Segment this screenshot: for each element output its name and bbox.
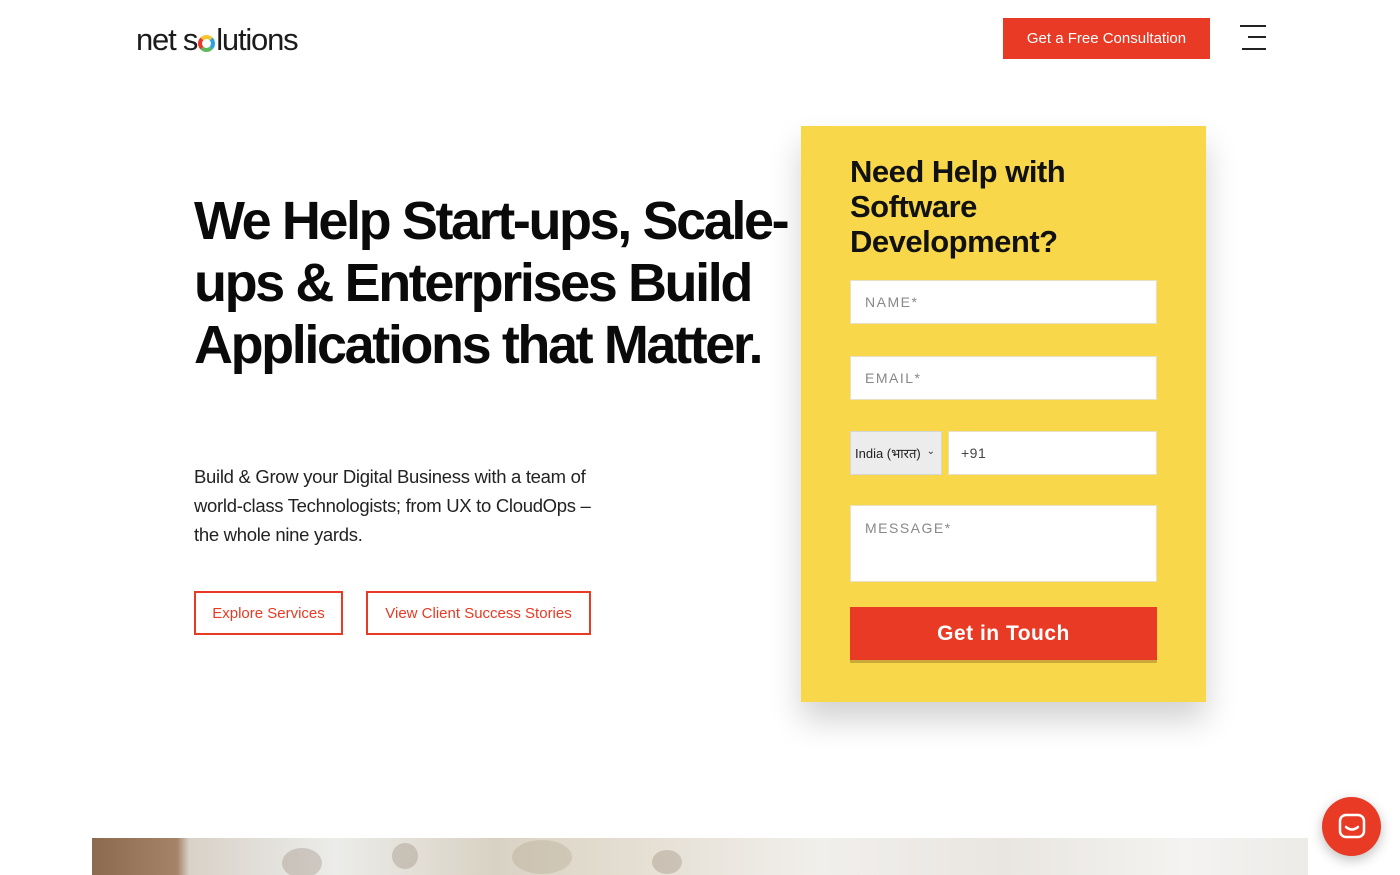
chat-icon[interactable]: [1322, 797, 1381, 856]
contact-form: Need Help with Software Development? Ind…: [801, 126, 1206, 702]
explore-services-button[interactable]: Explore Services: [194, 591, 343, 635]
phone-field[interactable]: +91: [948, 431, 1157, 475]
logo-text-end: lutions: [216, 22, 298, 57]
phone-value: +91: [961, 445, 987, 461]
country-select[interactable]: India (भारत) ⌄: [850, 431, 942, 475]
hamburger-menu-icon[interactable]: [1238, 24, 1266, 52]
form-title: Need Help with Software Development?: [850, 154, 1066, 259]
team-photo: [92, 838, 1308, 875]
chat-bubble-icon: [1338, 813, 1365, 838]
free-consultation-button[interactable]: Get a Free Consultation: [1003, 18, 1210, 59]
client-success-stories-button[interactable]: View Client Success Stories: [366, 591, 591, 635]
message-field[interactable]: [850, 505, 1157, 582]
country-value: India (भारत): [855, 446, 921, 461]
hero-subtitle: Build & Grow your Digital Business with …: [194, 466, 591, 545]
hero-title: We Help Start-ups, Scale-ups & Enterpris…: [194, 191, 790, 375]
chevron-down-icon: ⌄: [926, 446, 935, 457]
logo[interactable]: net s lutions: [136, 22, 299, 58]
get-in-touch-button[interactable]: Get in Touch: [850, 607, 1157, 660]
name-field[interactable]: [850, 280, 1157, 324]
logo-ring-icon: [198, 34, 216, 52]
logo-text-start: net s: [136, 22, 198, 57]
email-field[interactable]: [850, 356, 1157, 400]
